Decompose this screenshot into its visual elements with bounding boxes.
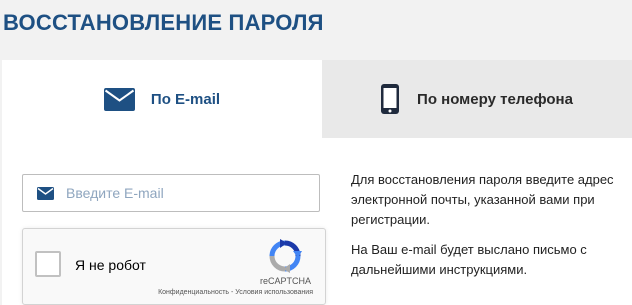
email-input[interactable] bbox=[66, 185, 296, 201]
smartphone-icon bbox=[381, 84, 400, 114]
captcha-label: Я не робот bbox=[75, 257, 146, 273]
help-paragraph: Для восстановления пароля введите адрес … bbox=[351, 172, 614, 227]
envelope-icon bbox=[37, 186, 54, 200]
tab-email-label: По E-mail bbox=[150, 90, 221, 108]
tab-phone-label: По номеру телефона bbox=[417, 90, 573, 108]
captcha-checkbox[interactable] bbox=[35, 251, 61, 277]
recaptcha-brand: reCAPTCHA bbox=[259, 276, 311, 286]
page-title: ВОССТАНОВЛЕНИЕ ПАРОЛЯ bbox=[3, 10, 324, 35]
envelope-icon bbox=[103, 87, 135, 111]
email-field[interactable] bbox=[22, 174, 320, 212]
recaptcha-widget: Я не робот reCAPTCHA Конфиденциальность … bbox=[22, 228, 326, 305]
help-paragraph: На Ваш e-mail будет выслано письмо с дал… bbox=[351, 242, 587, 277]
recaptcha-logo-icon bbox=[268, 239, 302, 278]
recaptcha-terms-link[interactable]: Конфиденциальность - Условия использован… bbox=[158, 289, 313, 296]
help-text: Для восстановления пароля введите адрес … bbox=[351, 170, 621, 290]
tab-phone[interactable]: По номеру телефона bbox=[322, 60, 632, 138]
tab-email[interactable]: По E-mail bbox=[2, 60, 322, 138]
